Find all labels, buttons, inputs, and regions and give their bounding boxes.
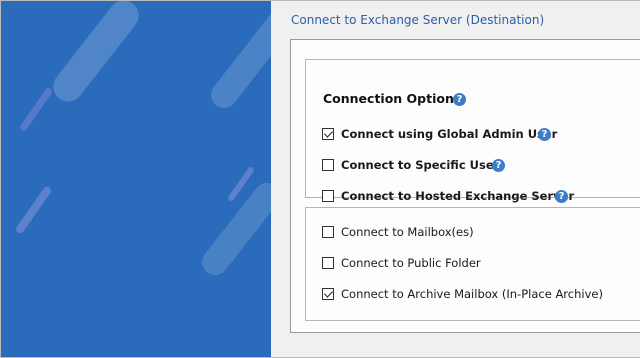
help-icon[interactable]: ? (453, 93, 466, 106)
option-label: Connect to Archive Mailbox (In-Place Arc… (341, 287, 603, 301)
connection-option-title: Connection Option (323, 91, 454, 106)
checkbox-checked[interactable] (322, 288, 334, 300)
public-folder-option[interactable]: Connect to Public Folder (322, 255, 481, 271)
decor-streak (205, 1, 271, 114)
decorative-side-panel (1, 1, 271, 357)
decor-streak (18, 87, 54, 132)
decor-streak (14, 185, 53, 235)
mailbox-option[interactable]: Connect to Mailbox(es) (322, 224, 474, 240)
checkbox-checked[interactable] (322, 128, 334, 140)
connection-target-group: Connect to Mailbox(es) Connect to Public… (305, 207, 640, 321)
option-label: Connect using Global Admin User (341, 127, 558, 141)
global-admin-option[interactable]: Connect using Global Admin User (322, 126, 557, 142)
option-label: Connect to Specific User (341, 158, 500, 172)
checkbox-unchecked[interactable] (322, 226, 334, 238)
checkbox-unchecked[interactable] (322, 159, 334, 171)
decor-streak (47, 1, 145, 108)
wizard-window: Connect to Exchange Server (Destination)… (0, 0, 640, 358)
help-icon[interactable]: ? (492, 159, 505, 172)
hosted-exchange-option[interactable]: Connect to Hosted Exchange Server (322, 188, 574, 204)
page-title: Connect to Exchange Server (Destination) (291, 13, 545, 27)
help-icon[interactable]: ? (538, 128, 551, 141)
checkbox-unchecked[interactable] (322, 190, 334, 202)
checkbox-unchecked[interactable] (322, 257, 334, 269)
help-icon[interactable]: ? (555, 190, 568, 203)
specific-user-option[interactable]: Connect to Specific User (322, 157, 499, 173)
connection-settings-panel: Connection Option ? Connect using Global… (290, 39, 640, 333)
option-label: Connect to Hosted Exchange Server (341, 189, 575, 203)
archive-mailbox-option[interactable]: Connect to Archive Mailbox (In-Place Arc… (322, 286, 603, 302)
connection-option-group: Connection Option ? Connect using Global… (305, 59, 640, 203)
option-label: Connect to Mailbox(es) (341, 225, 474, 239)
main-content: Connect to Exchange Server (Destination)… (271, 1, 640, 357)
option-label: Connect to Public Folder (341, 256, 481, 270)
